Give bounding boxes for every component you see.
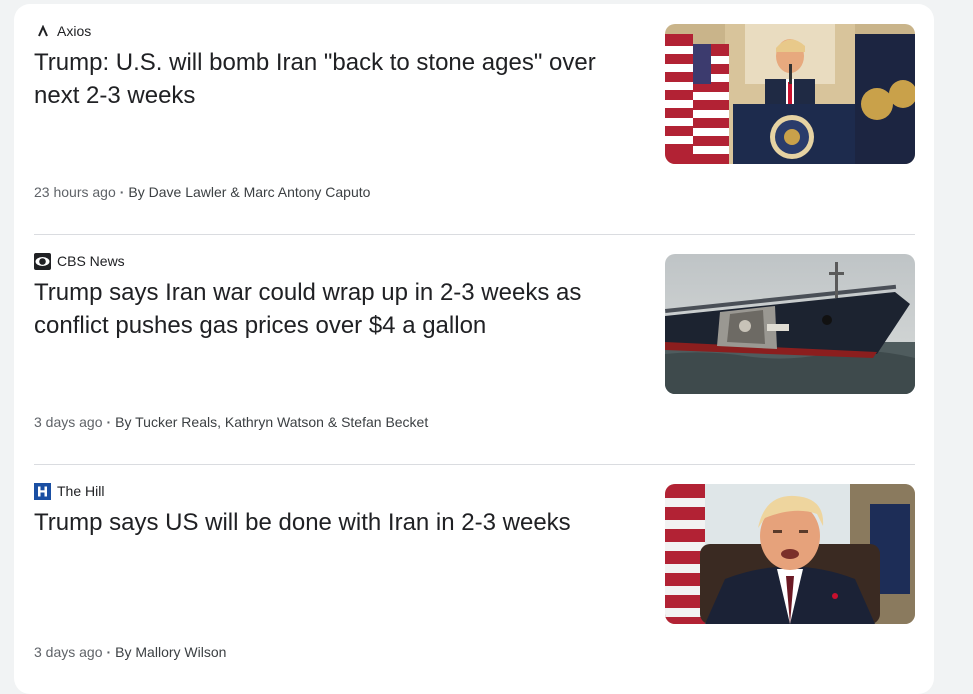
trump-speaking-portrait-photo: [665, 484, 915, 624]
trump-at-presidential-podium-photo: [665, 24, 915, 164]
article-thumbnail[interactable]: [665, 484, 915, 624]
article-meta: 3 days ago · By Mallory Wilson: [34, 644, 226, 660]
article-source[interactable]: CBS News: [34, 252, 125, 270]
article-time: 3 days ago: [34, 644, 103, 660]
the-hill-logo-icon: [34, 482, 51, 500]
article-byline: By Dave Lawler & Marc Antony Caputo: [128, 184, 371, 200]
source-name: The Hill: [57, 483, 105, 499]
article-headline[interactable]: Trump: U.S. will bomb Iran "back to ston…: [34, 46, 634, 112]
separator-dot: ·: [106, 414, 112, 430]
source-name: Axios: [57, 23, 92, 39]
article-headline[interactable]: Trump says Iran war could wrap up in 2-3…: [34, 276, 634, 342]
article-byline: By Tucker Reals, Kathryn Watson & Stefan…: [115, 414, 429, 430]
separator-dot: ·: [119, 184, 125, 200]
news-article[interactable]: CBS News Trump says Iran war could wrap …: [34, 234, 915, 464]
article-time: 3 days ago: [34, 414, 103, 430]
article-headline[interactable]: Trump says US will be done with Iran in …: [34, 506, 634, 539]
separator-dot: ·: [106, 644, 112, 660]
article-thumbnail[interactable]: [665, 254, 915, 394]
news-article[interactable]: Axios Trump: U.S. will bomb Iran "back t…: [34, 4, 915, 234]
news-article[interactable]: The Hill Trump says US will be done with…: [34, 464, 915, 694]
cbs-eye-logo-icon: [34, 252, 51, 270]
article-source[interactable]: The Hill: [34, 482, 104, 500]
article-thumbnail[interactable]: [665, 24, 915, 164]
axios-logo-icon: [34, 23, 51, 40]
article-meta: 3 days ago · By Tucker Reals, Kathryn Wats…: [34, 414, 428, 430]
article-source[interactable]: Axios: [34, 22, 91, 40]
damaged-tanker-ship-photo: [665, 254, 915, 394]
news-results-card: Axios Trump: U.S. will bomb Iran "back t…: [14, 4, 934, 694]
article-time: 23 hours ago: [34, 184, 116, 200]
source-name: CBS News: [57, 253, 125, 269]
article-byline: By Mallory Wilson: [115, 644, 227, 660]
article-meta: 23 hours ago · By Dave Lawler & Marc Anton…: [34, 184, 370, 200]
